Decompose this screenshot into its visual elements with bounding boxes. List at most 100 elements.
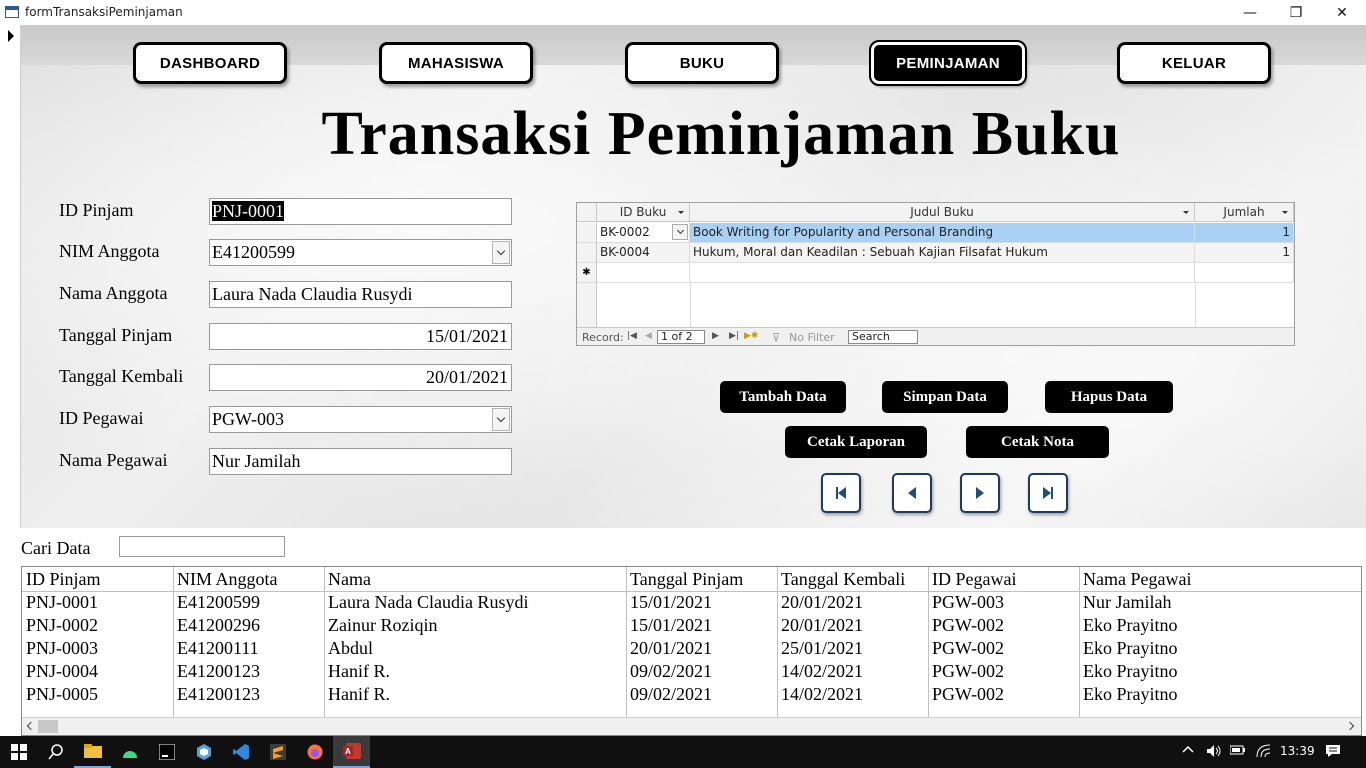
no-filter-label[interactable]: No Filter — [789, 331, 835, 344]
sort-dropdown-icon[interactable] — [1183, 211, 1189, 214]
nav-dashboard-button[interactable]: DASHBOARD — [133, 42, 287, 84]
nav-buku-button[interactable]: BUKU — [625, 42, 779, 84]
id-pegawai-label: ID Pegawai — [59, 408, 144, 428]
grid-header-id-pegawai[interactable]: ID Pegawai — [932, 569, 1016, 590]
nama-pegawai-field[interactable]: Nur Jamilah — [209, 448, 512, 475]
taskbar: A 13:39 — [0, 736, 1366, 768]
firefox-button[interactable] — [296, 736, 333, 768]
volume-icon[interactable] — [1206, 744, 1222, 761]
cetak-nota-button[interactable]: Cetak Nota — [966, 426, 1109, 458]
battery-icon[interactable] — [1229, 744, 1246, 759]
grid-divider — [1195, 283, 1196, 327]
filter-icon[interactable]: ⊽ — [772, 331, 780, 344]
horizontal-scrollbar[interactable] — [22, 717, 1361, 735]
row-selector[interactable] — [577, 223, 597, 243]
row-dropdown-button[interactable] — [672, 224, 688, 240]
grid-header-nama[interactable]: Nama — [328, 569, 371, 590]
sublime-button[interactable] — [259, 736, 296, 768]
nama-anggota-field[interactable]: Laura Nada Claudia Rusydi — [209, 281, 512, 308]
show-hidden-icons[interactable] — [1182, 743, 1194, 758]
chevron-up-icon — [1182, 745, 1194, 753]
id-pinjam-field[interactable]: PNJ-0001 — [209, 198, 512, 225]
taskbar-search-button[interactable] — [37, 736, 74, 768]
cell-value: BK-0002 — [600, 225, 650, 239]
subform-col-judul-buku[interactable]: Judul Buku — [690, 203, 1195, 222]
last-record-button[interactable] — [1028, 473, 1068, 513]
next-record-icon[interactable]: ▶ — [712, 331, 719, 341]
subform-new-cell[interactable] — [690, 263, 1195, 283]
new-record-selector[interactable]: ✱ — [577, 263, 597, 283]
subform-cell-id-buku[interactable]: BK-0002 — [597, 223, 690, 243]
previous-record-button[interactable] — [892, 473, 932, 513]
first-record-button[interactable] — [821, 473, 861, 513]
hapus-data-button[interactable]: Hapus Data — [1045, 381, 1173, 413]
file-explorer-button[interactable] — [74, 736, 111, 768]
chevron-down-icon — [496, 246, 506, 256]
sort-dropdown-icon[interactable] — [1282, 211, 1288, 214]
subform-cell-id-buku[interactable]: BK-0004 — [597, 243, 690, 263]
tambah-data-button[interactable]: Tambah Data — [720, 381, 846, 413]
grid-cell: PGW-003 — [932, 592, 1004, 612]
first-record-arrow — [838, 487, 846, 499]
select-all-corner[interactable] — [577, 203, 597, 222]
nav-keluar-button[interactable]: KELUAR — [1117, 42, 1271, 84]
grid-cell: 25/01/2021 — [781, 638, 864, 658]
close-button[interactable]: ✕ — [1319, 0, 1365, 25]
nim-anggota-dropdown-button[interactable] — [492, 241, 510, 264]
subform-new-cell[interactable] — [597, 263, 690, 283]
tanggal-pinjam-field[interactable]: 15/01/2021 — [209, 323, 512, 350]
access-button[interactable]: A — [333, 736, 370, 768]
grid-cell: Hanif R. — [328, 684, 390, 704]
grid-header-tgl-pinjam[interactable]: Tanggal Pinjam — [630, 569, 743, 590]
grid-header-nim[interactable]: NIM Anggota — [177, 569, 278, 590]
cari-data-input[interactable] — [119, 536, 285, 557]
simpan-data-button[interactable]: Simpan Data — [882, 381, 1008, 413]
previous-record-icon[interactable]: ◀ — [645, 331, 652, 341]
grid-cell: 20/01/2021 — [781, 592, 864, 612]
subform-col-jumlah[interactable]: Jumlah — [1195, 203, 1294, 222]
new-record-icon[interactable]: ▶✱ — [744, 331, 758, 341]
nav-mahasiswa-button[interactable]: MAHASISWA — [379, 42, 533, 84]
grid-header-nama-pegawai[interactable]: Nama Pegawai — [1083, 569, 1191, 590]
hex-app-button[interactable] — [185, 736, 222, 768]
scrollbar-thumb[interactable] — [38, 720, 58, 733]
restore-button[interactable]: ❐ — [1273, 0, 1319, 25]
subform-col-id-buku[interactable]: ID Buku — [597, 203, 690, 222]
last-record-icon[interactable]: ▶| — [729, 331, 739, 341]
row-selector[interactable] — [577, 243, 597, 263]
intellij-button[interactable] — [148, 736, 185, 768]
notification-center-button[interactable] — [1325, 744, 1341, 761]
grid-divider — [690, 283, 691, 327]
subform-cell-judul[interactable]: Book Writing for Popularity and Personal… — [690, 223, 1195, 243]
wifi-icon[interactable] — [1256, 744, 1272, 761]
subform-new-cell[interactable] — [1195, 263, 1294, 283]
subform-cell-judul[interactable]: Hukum, Moral dan Keadilan : Sebuah Kajia… — [690, 243, 1195, 263]
record-position-input[interactable]: 1 of 2 — [657, 330, 705, 344]
sort-dropdown-icon[interactable] — [678, 211, 684, 214]
subform-cell-jumlah[interactable]: 1 — [1195, 223, 1294, 243]
grid-header-id-pinjam[interactable]: ID Pinjam — [26, 569, 101, 590]
next-record-button[interactable] — [960, 473, 1000, 513]
id-pegawai-combo[interactable]: PGW-003 — [209, 406, 512, 433]
current-record-arrow-icon — [8, 30, 14, 42]
windows-start-button[interactable] — [0, 736, 37, 768]
scroll-left-icon[interactable] — [26, 721, 36, 731]
minimize-button[interactable]: — — [1227, 0, 1273, 25]
grid-header-tgl-kembali[interactable]: Tanggal Kembali — [781, 569, 905, 590]
android-studio-button[interactable] — [111, 736, 148, 768]
scroll-right-icon[interactable] — [1345, 721, 1355, 731]
grid-cell: Abdul — [328, 638, 373, 658]
cetak-laporan-button[interactable]: Cetak Laporan — [785, 426, 927, 458]
subform-search-input[interactable]: Search — [848, 330, 918, 344]
clock[interactable]: 13:39 — [1280, 744, 1315, 758]
nav-peminjaman-button[interactable]: PEMINJAMAN — [869, 40, 1027, 86]
record-selector[interactable] — [0, 25, 21, 528]
first-record-icon[interactable]: |◀ — [627, 331, 637, 341]
vscode-button[interactable] — [222, 736, 259, 768]
tanggal-kembali-field[interactable]: 20/01/2021 — [209, 364, 512, 391]
id-pegawai-dropdown-button[interactable] — [492, 408, 510, 431]
subform-cell-jumlah[interactable]: 1 — [1195, 243, 1294, 263]
grid-cell: E41200296 — [177, 615, 260, 635]
nim-anggota-combo[interactable]: E41200599 — [209, 239, 512, 266]
id-pegawai-value: PGW-003 — [212, 409, 284, 429]
